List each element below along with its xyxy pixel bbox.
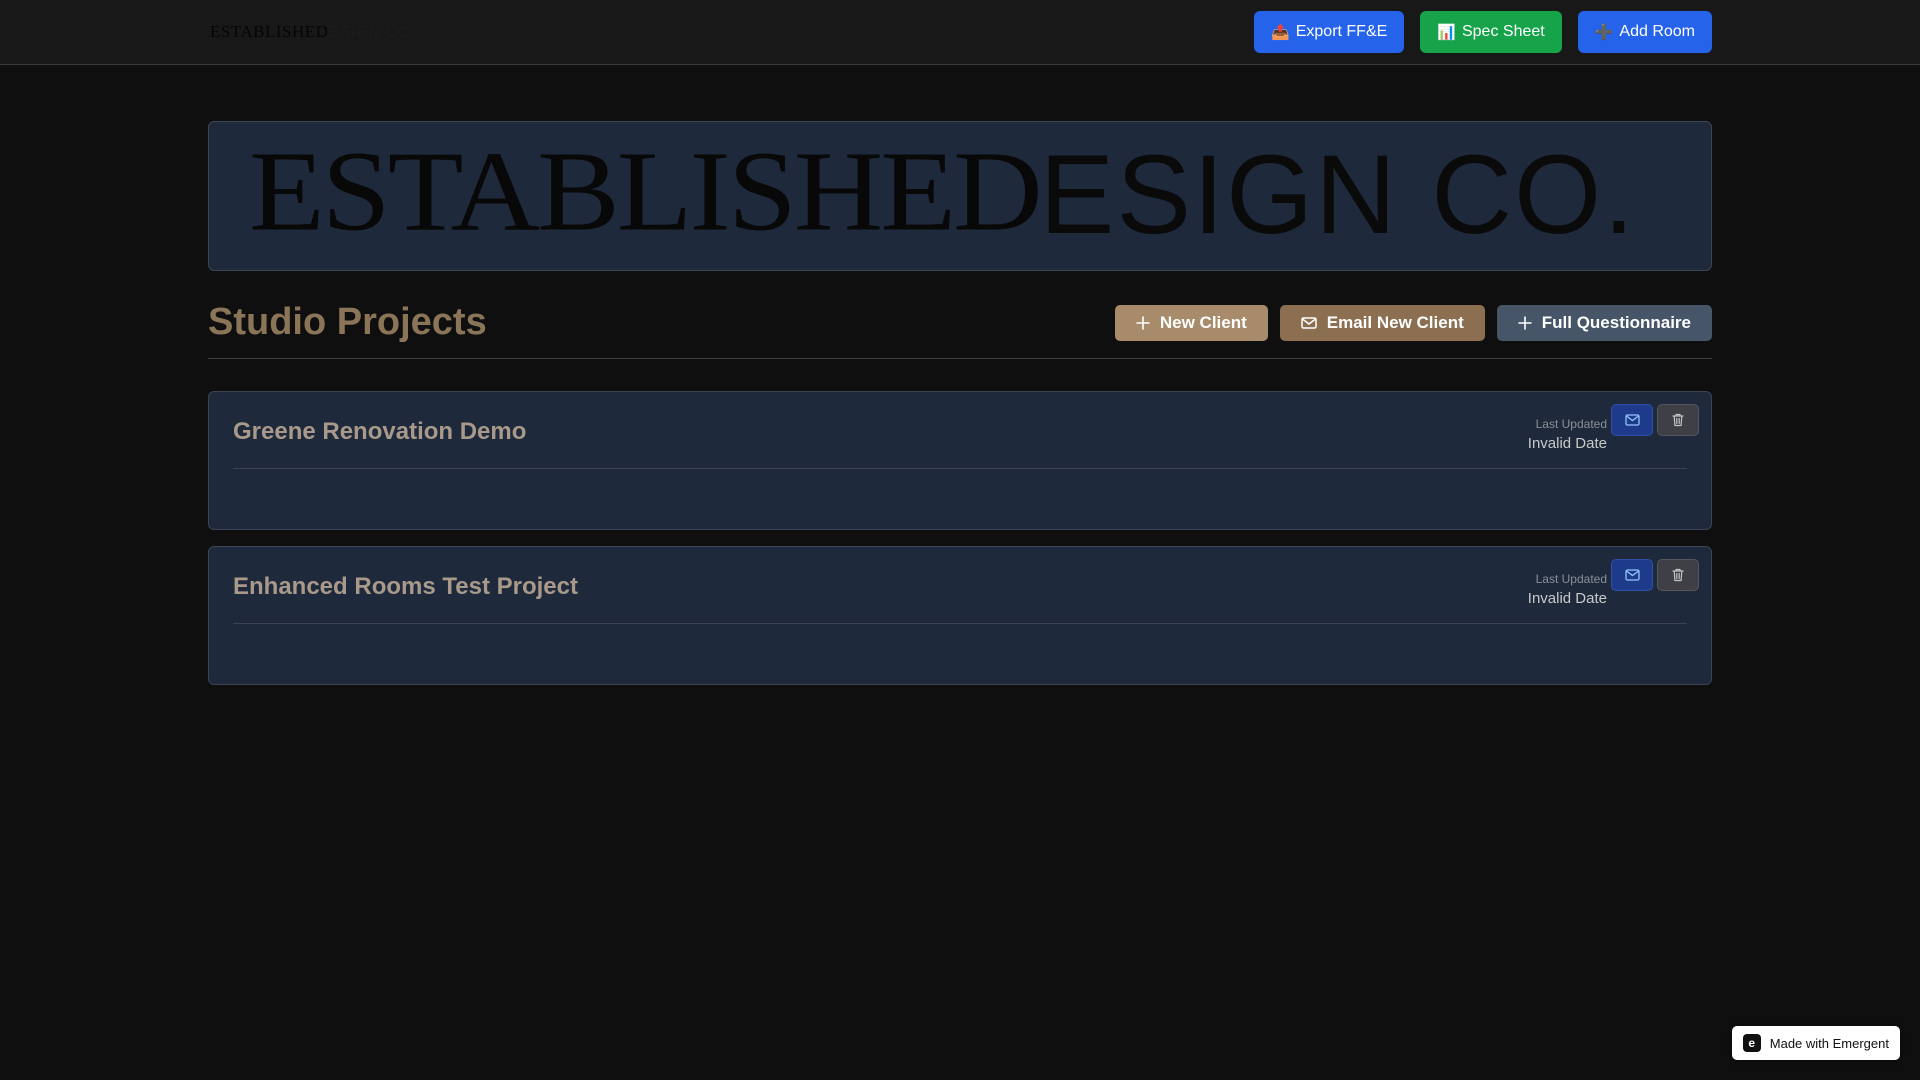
- add-room-button[interactable]: ➕ Add Room: [1577, 11, 1712, 53]
- trash-icon: [1672, 568, 1684, 582]
- projects-header: Studio Projects New Client Email New Cli…: [208, 271, 1712, 359]
- plus-icon: [1136, 316, 1150, 330]
- main-content: ESTABLISHED ESIGN CO. Studio Projects New…: [208, 121, 1712, 685]
- banner-logo-light: ESIGN CO.: [1039, 132, 1637, 257]
- project-meta: Last Updated Invalid Date: [1528, 571, 1607, 607]
- outbox-icon: 📤: [1271, 24, 1290, 41]
- new-client-button[interactable]: New Client: [1114, 305, 1268, 341]
- bar-chart-icon: 📊: [1437, 24, 1456, 41]
- add-room-label: Add Room: [1619, 23, 1695, 40]
- brand-banner: ESTABLISHED ESIGN CO.: [208, 121, 1712, 271]
- trash-icon: [1672, 413, 1684, 427]
- export-ffe-label: Export FF&E: [1295, 23, 1388, 40]
- last-updated-label: Last Updated: [1535, 572, 1607, 586]
- project-card[interactable]: Greene Renovation Demo Last Updated Inva…: [208, 391, 1712, 530]
- email-new-client-label: Email New Client: [1326, 313, 1464, 332]
- banner-logo: ESTABLISHED ESIGN CO.: [249, 130, 1636, 254]
- email-project-button[interactable]: [1611, 559, 1653, 591]
- project-title[interactable]: Enhanced Rooms Test Project: [233, 573, 578, 601]
- card-divider: [233, 468, 1687, 469]
- logo-bold-text: ESTABLISHED: [210, 22, 329, 41]
- new-client-label: New Client: [1159, 313, 1247, 332]
- project-meta: Last Updated Invalid Date: [1528, 416, 1607, 452]
- last-updated-label: Last Updated: [1535, 417, 1607, 431]
- spec-sheet-label: Spec Sheet: [1461, 23, 1545, 40]
- project-actions: [1611, 404, 1699, 436]
- made-with-emergent-badge[interactable]: e Made with Emergent: [1731, 1026, 1900, 1060]
- mail-icon: [1301, 317, 1317, 329]
- spec-sheet-button[interactable]: 📊 Spec Sheet: [1420, 11, 1562, 53]
- mail-icon: [1624, 414, 1640, 426]
- email-project-button[interactable]: [1611, 404, 1653, 436]
- full-questionnaire-label: Full Questionnaire: [1541, 313, 1691, 332]
- mail-icon: [1624, 569, 1640, 581]
- plus-icon: [1517, 316, 1532, 330]
- project-card[interactable]: Enhanced Rooms Test Project Last Updated…: [208, 546, 1712, 685]
- last-updated-value: Invalid Date: [1527, 435, 1607, 452]
- delete-project-button[interactable]: [1657, 404, 1699, 436]
- delete-project-button[interactable]: [1657, 559, 1699, 591]
- header-actions: New Client Email New Client Full Questio…: [1114, 305, 1712, 341]
- top-navbar: ESTABLISHED ESIGN CO. 📤 Export FF&E 📊 Spe…: [0, 0, 1920, 65]
- card-divider: [233, 623, 1687, 624]
- company-logo[interactable]: ESTABLISHED ESIGN CO.: [210, 22, 416, 42]
- logo-light-text: ESIGN CO.: [328, 24, 416, 41]
- export-ffe-button[interactable]: 📤 Export FF&E: [1254, 11, 1405, 53]
- page-title: Studio Projects: [208, 301, 487, 343]
- project-actions: [1611, 559, 1699, 591]
- full-questionnaire-button[interactable]: Full Questionnaire: [1496, 305, 1712, 341]
- banner-logo-bold: ESTABLISHED: [249, 128, 1043, 255]
- badge-label: Made with Emergent: [1769, 1035, 1889, 1051]
- project-title[interactable]: Greene Renovation Demo: [233, 418, 526, 446]
- toolbar-actions: 📤 Export FF&E 📊 Spec Sheet ➕ Add Room: [1254, 11, 1712, 53]
- last-updated-value: Invalid Date: [1527, 590, 1607, 607]
- plus-icon: ➕: [1594, 24, 1614, 41]
- email-new-client-button[interactable]: Email New Client: [1279, 305, 1485, 341]
- emergent-logo-icon: e: [1742, 1034, 1761, 1052]
- project-list: Greene Renovation Demo Last Updated Inva…: [208, 391, 1712, 685]
